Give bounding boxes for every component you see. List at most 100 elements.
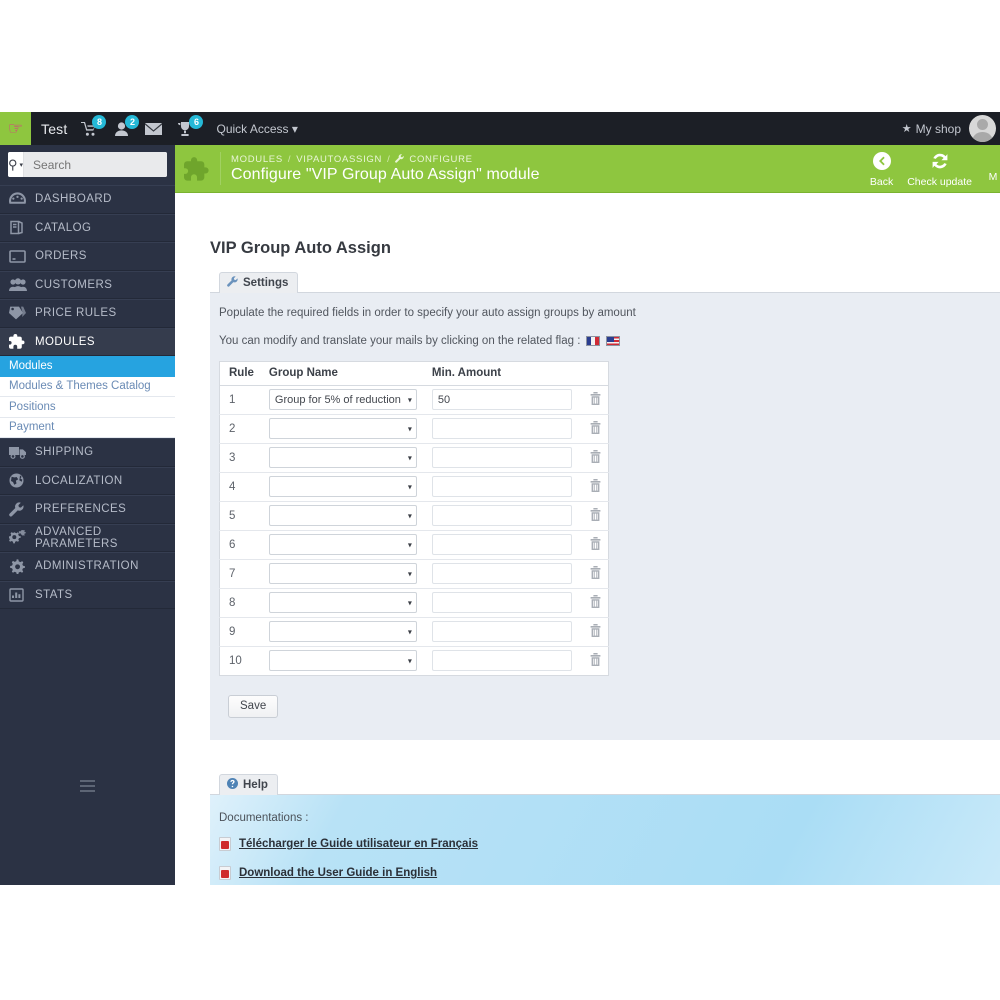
shop-logo[interactable]: ☞	[0, 112, 31, 145]
sidebar-item-modules[interactable]: MODULES	[0, 328, 175, 357]
group-select[interactable]: ▾	[269, 650, 417, 671]
table-row: 2 ▾	[220, 415, 609, 444]
documentations-label: Documentations :	[219, 812, 1000, 824]
group-select[interactable]: ▾	[269, 592, 417, 613]
cart-icon[interactable]: 8	[81, 122, 98, 136]
page-header: MODULES / VIPAUTOASSIGN / CONFIGURE Conf…	[175, 145, 1000, 193]
rule-number: 10	[220, 647, 260, 676]
trash-icon[interactable]	[590, 567, 601, 582]
breadcrumb-item-vipautoassign[interactable]: VIPAUTOASSIGN	[296, 154, 382, 165]
sidebar-item-advanced-parameters[interactable]: ADVANCED PARAMETERS	[0, 524, 175, 553]
group-select[interactable]: ▾	[269, 476, 417, 497]
group-cell: ▾	[260, 531, 423, 560]
delete-cell	[582, 560, 608, 589]
group-select[interactable]: ▾	[269, 534, 417, 555]
settings-hint-1: Populate the required fields in order to…	[219, 307, 1000, 319]
sidebar-item-customers[interactable]: CUSTOMERS	[0, 271, 175, 300]
customer-icon[interactable]: 2	[114, 122, 129, 136]
flag-fr-icon[interactable]	[586, 336, 600, 346]
sidebar-subitem-modules-themes-catalog[interactable]: Modules & Themes Catalog	[0, 377, 175, 398]
group-select[interactable]: ▾	[269, 563, 417, 584]
group-select[interactable]: ▾	[269, 418, 417, 439]
settings-panel: Settings Populate the required fields in…	[210, 272, 1000, 740]
amount-input[interactable]	[432, 621, 572, 642]
sidebar-item-stats[interactable]: STATS	[0, 581, 175, 610]
back-button[interactable]: Back	[870, 145, 893, 188]
trash-icon[interactable]	[590, 422, 601, 437]
chevron-down-icon: ▾	[408, 569, 412, 578]
trophy-icon[interactable]: 6	[178, 122, 192, 136]
rule-number: 3	[220, 444, 260, 473]
trash-icon[interactable]	[590, 393, 601, 408]
sidebar-subitem-payment[interactable]: Payment	[0, 418, 175, 439]
save-button[interactable]: Save	[228, 695, 278, 718]
group-select[interactable]: ▾	[269, 447, 417, 468]
top-navbar: ☞ Test 8 2 6 Quick Access ▾ ★	[0, 112, 1000, 145]
amount-input[interactable]	[432, 592, 572, 613]
sidebar-item-price-rules[interactable]: PRICE RULES	[0, 299, 175, 328]
chevron-down-icon: ▾	[408, 482, 412, 491]
tab-help[interactable]: Help	[219, 774, 278, 795]
download-guide-fr-label: Télécharger le Guide utilisateur en Fran…	[239, 838, 478, 850]
search-scope-button[interactable]: ⚲ ▾	[8, 152, 24, 177]
sidebar-subitem-modules[interactable]: Modules	[0, 356, 175, 377]
sidebar-collapse-button[interactable]	[0, 765, 175, 810]
chevron-down-icon: ▾	[408, 656, 412, 665]
cart-badge: 8	[92, 115, 106, 129]
manage-hooks-button[interactable]: M	[986, 145, 1000, 183]
amount-input[interactable]	[432, 534, 572, 555]
rule-number: 7	[220, 560, 260, 589]
sidebar-item-catalog[interactable]: CATALOG	[0, 214, 175, 243]
trash-icon[interactable]	[590, 596, 601, 611]
amount-input[interactable]	[432, 563, 572, 584]
amount-input[interactable]: 50	[432, 389, 572, 410]
amount-input[interactable]	[432, 505, 572, 526]
rules-table-head: Rule Group Name Min. Amount	[220, 362, 609, 386]
shop-name[interactable]: Test	[41, 121, 67, 137]
check-update-button[interactable]: Check update	[907, 145, 972, 188]
check-update-label: Check update	[907, 176, 972, 188]
amount-input[interactable]	[432, 447, 572, 468]
breadcrumb-item-modules[interactable]: MODULES	[231, 154, 283, 165]
group-select[interactable]: ▾	[269, 505, 417, 526]
my-shop-link[interactable]: ★ My shop	[902, 122, 961, 136]
group-select[interactable]: ▾	[269, 621, 417, 642]
delete-cell	[582, 386, 608, 415]
trash-icon[interactable]	[590, 625, 601, 640]
wrench-icon	[9, 502, 35, 517]
refresh-icon	[930, 151, 950, 175]
sidebar-item-dashboard[interactable]: DASHBOARD	[0, 185, 175, 214]
chevron-down-icon: ▾	[20, 161, 24, 169]
trash-icon[interactable]	[590, 654, 601, 669]
sidebar-item-localization[interactable]: LOCALIZATION	[0, 467, 175, 496]
bar-chart-icon	[9, 588, 35, 602]
quick-access-menu[interactable]: Quick Access ▾	[216, 122, 297, 136]
trash-icon[interactable]	[590, 451, 601, 466]
trash-icon[interactable]	[590, 538, 601, 553]
sidebar-item-label: LOCALIZATION	[35, 475, 123, 487]
download-guide-en-link[interactable]: Download the User Guide in English	[219, 866, 1000, 880]
trash-icon[interactable]	[590, 509, 601, 524]
download-guide-fr-link[interactable]: Télécharger le Guide utilisateur en Fran…	[219, 837, 1000, 851]
header-divider	[220, 152, 221, 185]
amount-input[interactable]	[432, 418, 572, 439]
envelope-icon[interactable]	[145, 123, 162, 135]
rule-number: 5	[220, 502, 260, 531]
sidebar-item-preferences[interactable]: PREFERENCES	[0, 495, 175, 524]
search-input[interactable]	[24, 152, 167, 177]
group-select[interactable]: Group for 5% of reduction ▾	[269, 389, 417, 410]
search-box[interactable]: ⚲ ▾	[8, 152, 167, 177]
amount-input[interactable]	[432, 476, 572, 497]
flag-us-icon[interactable]	[606, 336, 620, 346]
tab-settings[interactable]: Settings	[219, 272, 298, 293]
amount-input[interactable]	[432, 650, 572, 671]
sidebar-item-administration[interactable]: ADMINISTRATION	[0, 552, 175, 581]
trash-icon[interactable]	[590, 480, 601, 495]
hamburger-collapse-icon	[80, 780, 95, 795]
sidebar-item-shipping[interactable]: SHIPPING	[0, 438, 175, 467]
sidebar-item-orders[interactable]: ORDERS	[0, 242, 175, 271]
sidebar-subitem-positions[interactable]: Positions	[0, 397, 175, 418]
column-header-min-amount: Min. Amount	[423, 362, 609, 386]
avatar[interactable]	[969, 115, 996, 142]
sidebar-item-label: CUSTOMERS	[35, 279, 112, 291]
